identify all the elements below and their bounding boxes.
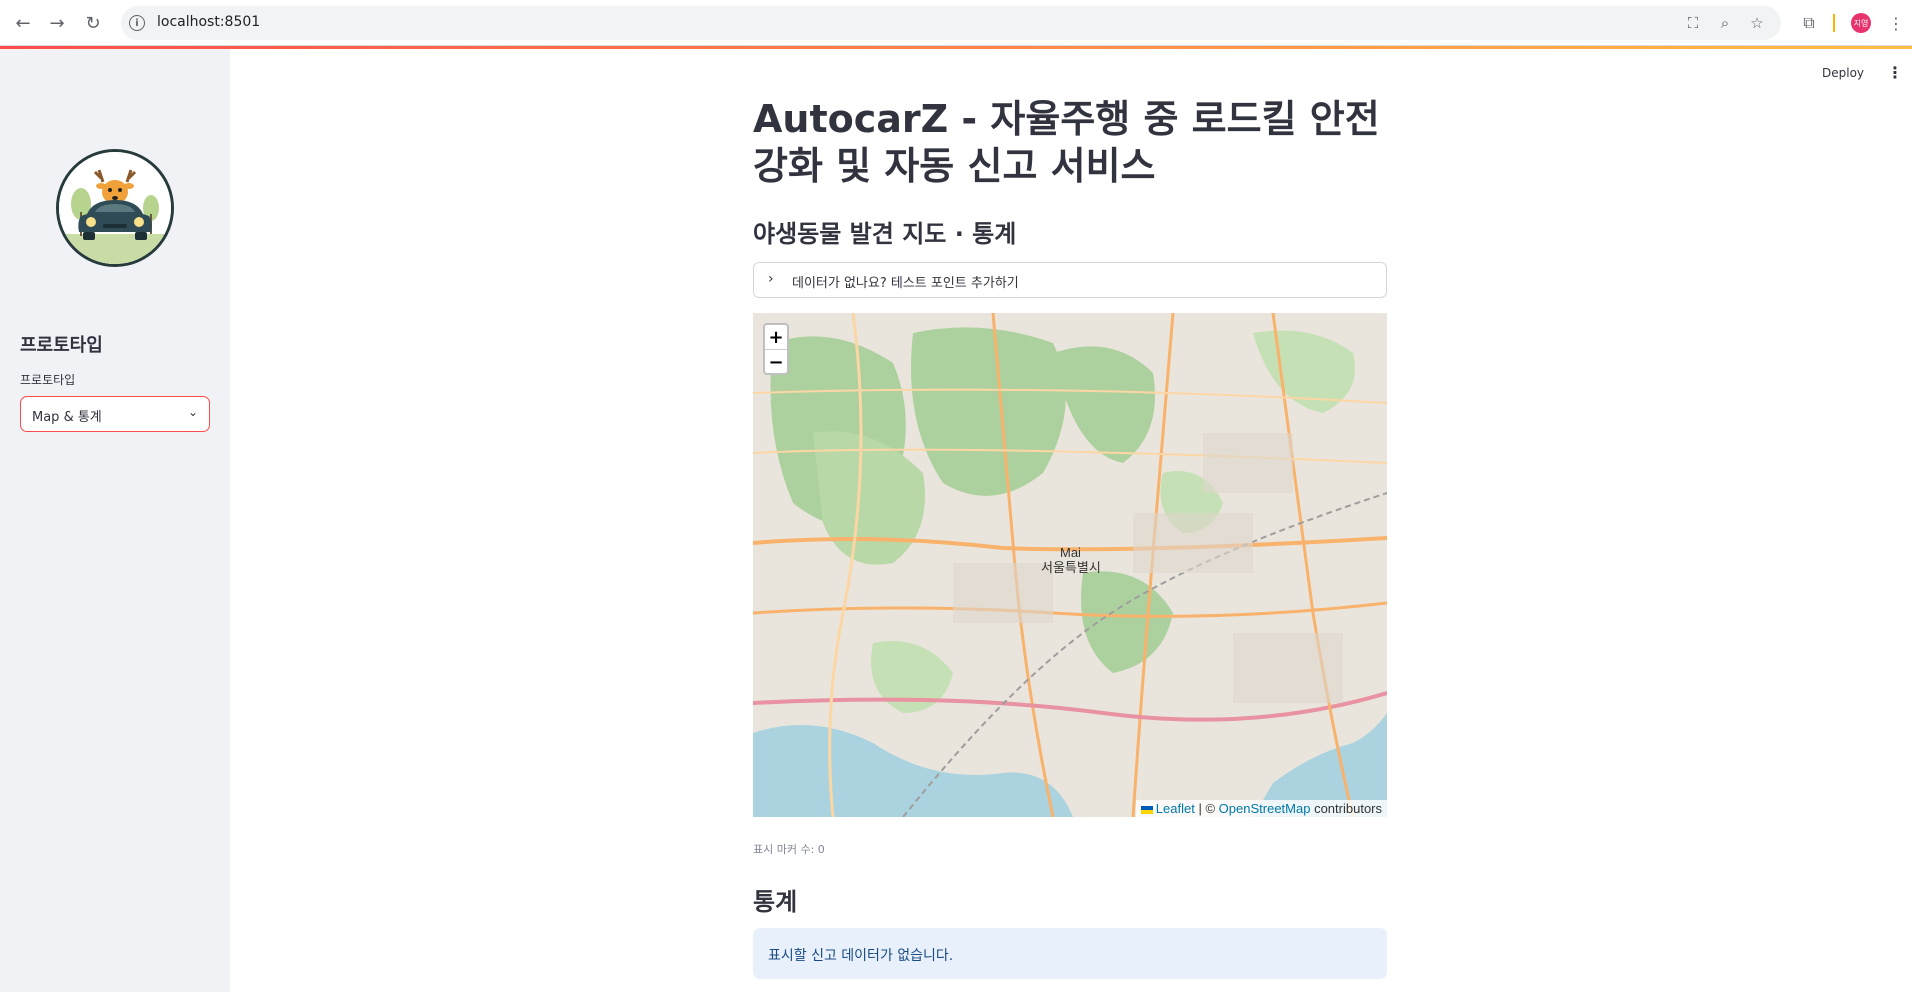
sidebar-title: 프로토타입 [20,335,103,356]
zoom-out-button[interactable]: − [765,350,787,375]
sidebar: 프로토타입 프로토타입 Map & 통계 ⌄ [0,49,230,992]
zoom-icon[interactable]: ⌕ [1715,13,1735,33]
leaflet-link[interactable]: Leaflet [1156,801,1195,816]
osm-link[interactable]: OpenStreetMap [1219,801,1311,816]
back-icon[interactable]: ← [10,10,36,36]
bookmark-star-icon[interactable]: ☆ [1747,13,1767,33]
map-city-label: 서울특별시 [1041,560,1101,575]
map-section-title: 야생동물 발견 지도 · 통계 [753,220,1017,248]
main-menu-icon[interactable]: ⋮ [1887,63,1903,82]
map-attribution: Leaflet | © OpenStreetMap contributors [1135,800,1387,817]
deploy-button[interactable]: Deploy [1822,66,1864,80]
site-info-icon[interactable]: i [129,15,145,31]
stats-info-alert: 표시할 신고 데이터가 없습니다. [753,928,1387,979]
app-decoration-bar [0,46,1912,49]
test-point-expander[interactable]: › 데이터가 없나요? 테스트 포인트 추가하기 [753,262,1387,298]
address-bar[interactable]: i localhost:8501 ⛶ ⌕ ☆ [121,6,1781,40]
profile-avatar[interactable]: 지영 [1851,13,1871,33]
extensions-icon[interactable]: ⧉ [1797,11,1821,35]
stats-info-text: 표시할 신고 데이터가 없습니다. [768,948,954,964]
forward-icon[interactable]: → [44,10,70,36]
zoom-control: + − [763,323,789,375]
ukraine-flag-icon [1140,805,1153,814]
select-value: Map & 통계 [32,410,102,425]
expander-label: 데이터가 없나요? 테스트 포인트 추가하기 [792,276,1019,291]
browser-menu-icon[interactable]: ⋮ [1884,11,1908,35]
marker-count-caption: 표시 마커 수: 0 [753,843,825,856]
stats-section-title: 통계 [753,888,798,916]
select-label: 프로토타입 [20,373,76,387]
app-logo [56,149,174,267]
url-text: localhost:8501 [157,14,261,30]
browser-toolbar: ← → ↻ i localhost:8501 ⛶ ⌕ ☆ ⧉ 지영 ⋮ [0,0,1912,46]
deer-car-logo-icon [59,152,171,264]
translate-icon[interactable]: ⛶ [1683,13,1703,33]
toolbar-divider [1833,14,1835,32]
attribution-separator: | © [1198,801,1216,816]
prototype-select[interactable]: Map & 통계 ⌄ [20,396,210,432]
chevron-right-icon: › [768,271,774,287]
zoom-in-button[interactable]: + [765,325,787,350]
page-title: AutocarZ - 자율주행 중 로드킬 안전 강화 및 자동 신고 서비스 [753,97,1380,188]
reload-icon[interactable]: ↻ [80,10,106,36]
chevron-down-icon: ⌄ [187,405,198,419]
attribution-suffix: contributors [1314,801,1382,816]
map-view[interactable]: + − Mai 서울특별시 Leaflet | © OpenStreetMap … [753,313,1387,817]
